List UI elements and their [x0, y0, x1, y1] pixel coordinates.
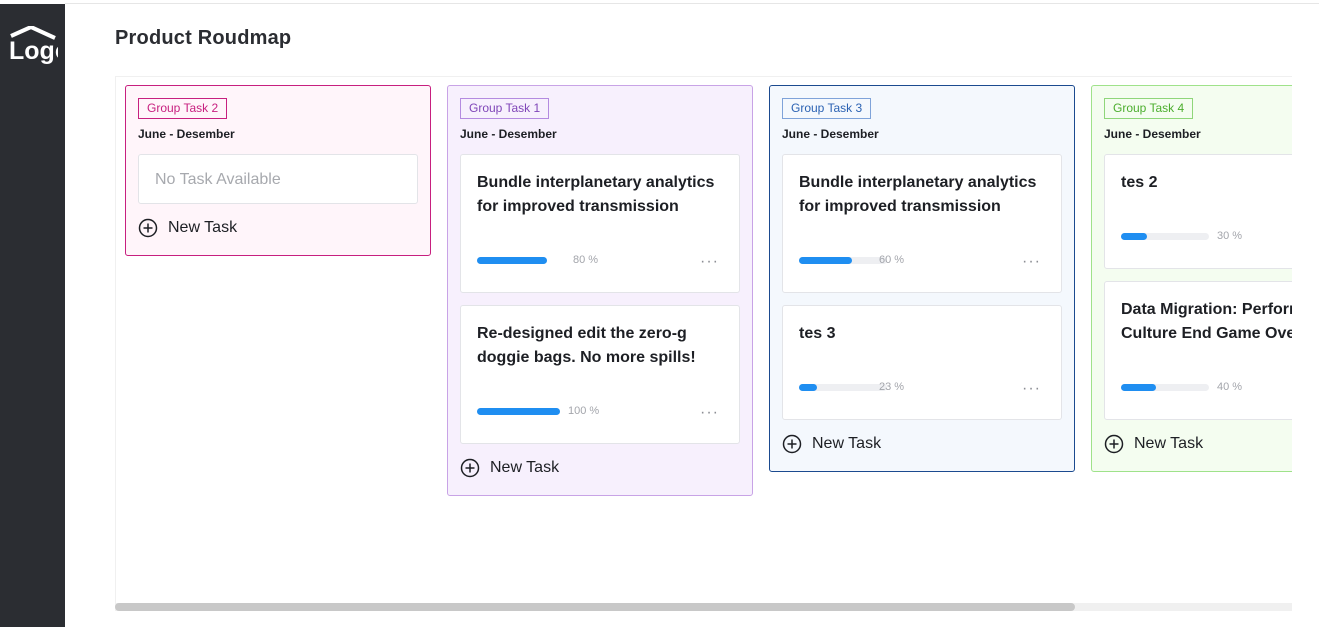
task-card[interactable]: Bundle interplanetary analytics for impr…	[460, 154, 740, 293]
progress-label: 100 %	[568, 405, 600, 417]
plus-circle-icon	[782, 434, 802, 454]
new-task-button[interactable]: New Task	[138, 218, 237, 238]
task-card[interactable]: Data Migration: Performance & Culture En…	[1104, 281, 1292, 420]
logo-text: Logo	[9, 37, 58, 65]
new-task-label: New Task	[490, 459, 560, 476]
new-task-button[interactable]: New Task	[1104, 434, 1203, 454]
more-options-button[interactable]: ···	[700, 405, 719, 421]
progress-fill	[1121, 384, 1156, 391]
progress-label: 40 %	[1217, 381, 1243, 393]
task-title: tes 2	[1121, 174, 1158, 191]
task-card[interactable]: tes 2 30 %	[1104, 154, 1292, 269]
task-card[interactable]: tes 3 23 % ···	[782, 305, 1062, 420]
new-task-button[interactable]: New Task	[782, 434, 881, 454]
progress-fill	[1121, 233, 1147, 240]
column-group-task-4: Group Task 4 June - Desember tes 2 30 % …	[1091, 85, 1292, 472]
progress-fill	[799, 384, 817, 391]
scrollbar-thumb[interactable]	[115, 603, 1075, 611]
progress-label: 30 %	[1217, 230, 1243, 242]
plus-circle-icon	[1104, 434, 1124, 454]
progress-fill	[799, 257, 852, 264]
progress-label: 60 %	[879, 254, 905, 266]
column-group-task-2: Group Task 2 June - Desember No Task Ava…	[125, 85, 431, 256]
plus-circle-icon	[138, 218, 158, 238]
date-range: June - Desember	[1104, 127, 1201, 141]
task-title: tes 3	[799, 325, 836, 342]
progress-label: 23 %	[879, 381, 905, 393]
page-title: Product Roudmap	[115, 27, 292, 49]
date-range: June - Desember	[460, 127, 557, 141]
column-group-task-1: Group Task 1 June - Desember Bundle inte…	[447, 85, 753, 496]
more-options-button[interactable]: ···	[1022, 381, 1041, 397]
new-task-label: New Task	[1134, 435, 1204, 452]
task-title: Re-designed edit the zero-g doggie bags.…	[477, 325, 696, 366]
task-title: Bundle interplanetary analytics for impr…	[799, 174, 1037, 215]
column-group-task-3: Group Task 3 June - Desember Bundle inte…	[769, 85, 1075, 472]
group-tag: Group Task 3	[782, 98, 872, 119]
progress-bar	[477, 257, 547, 264]
top-divider	[65, 3, 1319, 4]
new-task-button[interactable]: New Task	[460, 458, 559, 478]
horizontal-scrollbar[interactable]	[115, 603, 1292, 611]
group-tag: Group Task 1	[460, 98, 550, 119]
progress-label: 80 %	[573, 254, 599, 266]
progress-bar	[799, 257, 887, 264]
progress-bar	[477, 408, 560, 415]
plus-circle-icon	[460, 458, 480, 478]
new-task-label: New Task	[812, 435, 882, 452]
group-tag: Group Task 2	[138, 98, 228, 119]
roadmap-board: Group Task 2 June - Desember No Task Ava…	[115, 76, 1292, 611]
progress-fill	[477, 257, 547, 264]
progress-bar	[799, 384, 887, 391]
sidebar: Logo	[0, 4, 65, 627]
empty-state-text: No Task Available	[155, 171, 281, 188]
date-range: June - Desember	[138, 127, 235, 141]
date-range: June - Desember	[782, 127, 879, 141]
empty-state: No Task Available	[138, 154, 418, 204]
task-card[interactable]: Bundle interplanetary analytics for impr…	[782, 154, 1062, 293]
task-title: Data Migration: Performance & Culture En…	[1121, 301, 1292, 342]
progress-fill	[477, 408, 560, 415]
more-options-button[interactable]: ···	[700, 254, 719, 270]
group-tag: Group Task 4	[1104, 98, 1194, 119]
progress-bar	[1121, 233, 1209, 240]
logo-house-icon[interactable]: Logo	[8, 26, 58, 66]
more-options-button[interactable]: ···	[1022, 254, 1041, 270]
task-card[interactable]: Re-designed edit the zero-g doggie bags.…	[460, 305, 740, 444]
progress-bar	[1121, 384, 1209, 391]
new-task-label: New Task	[168, 219, 238, 236]
task-title: Bundle interplanetary analytics for impr…	[477, 174, 715, 215]
